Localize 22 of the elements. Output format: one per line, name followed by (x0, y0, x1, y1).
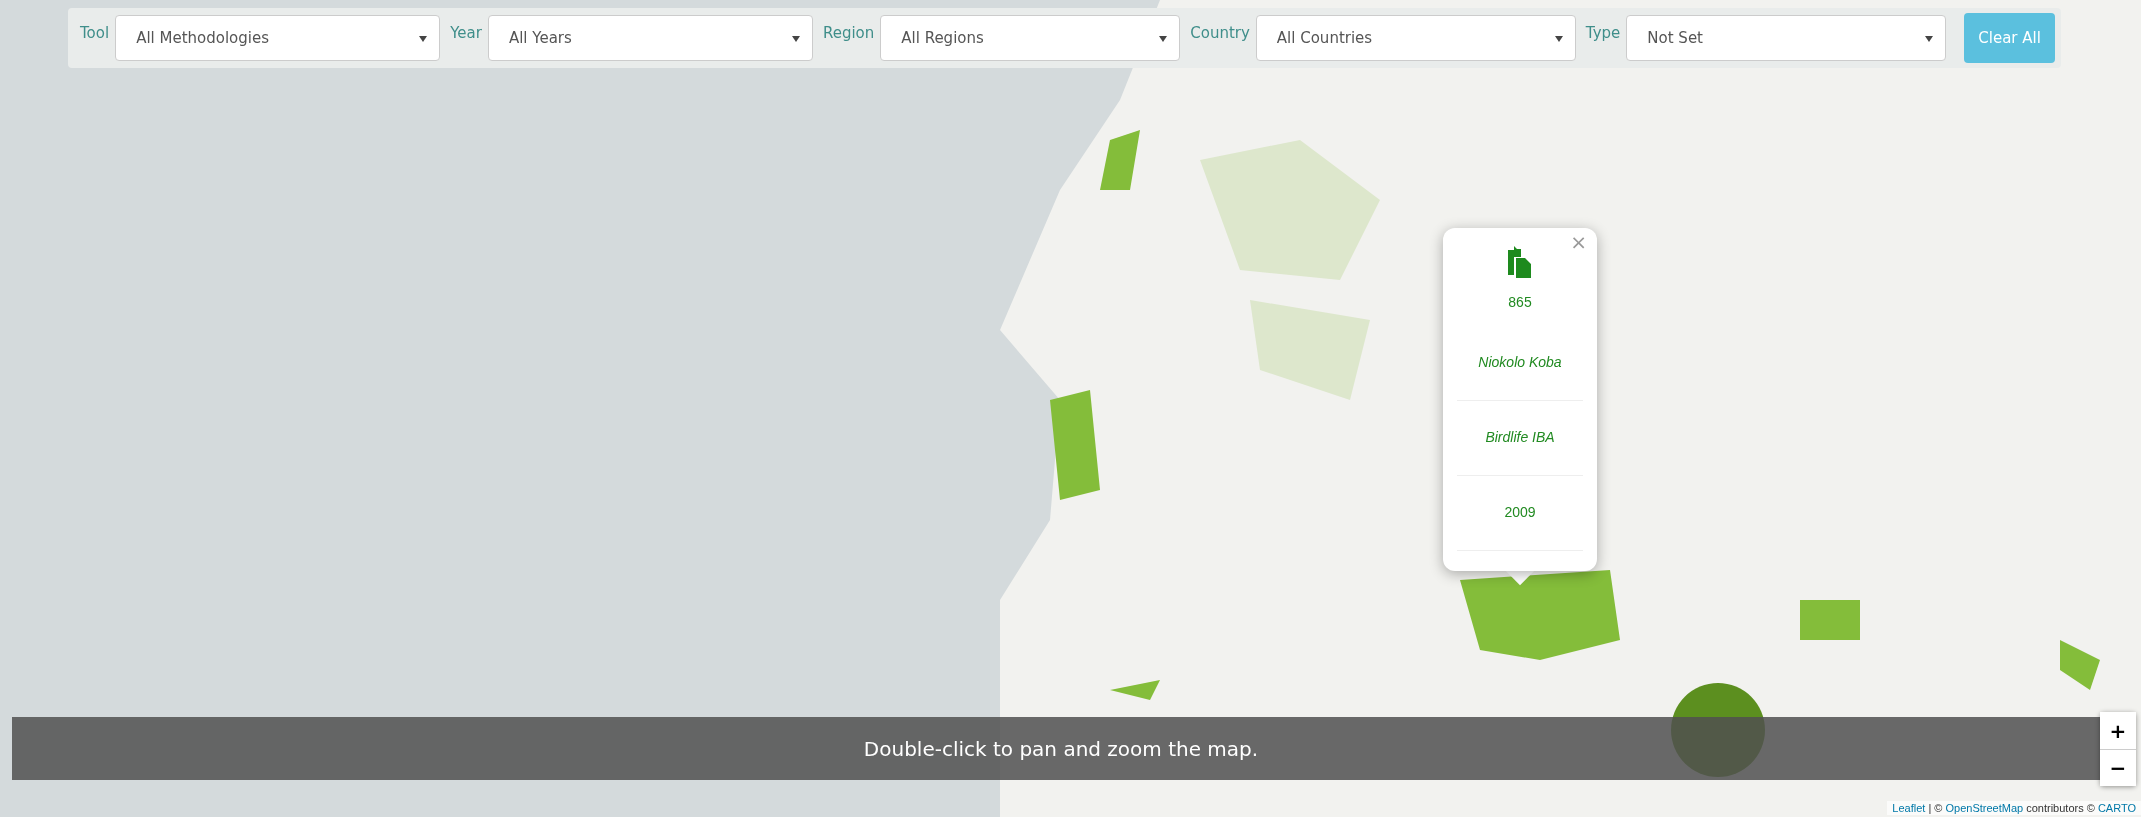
filter-label: Type (1585, 24, 1621, 42)
filter-dropdown[interactable]: All Methodologies (115, 15, 441, 61)
popup-text: Niokolo Koba (1457, 326, 1583, 401)
zoom-in-button[interactable]: + (2100, 712, 2136, 749)
map-hint-text: Double-click to pan and zoom the map. (863, 736, 1259, 761)
documents-icon (1506, 246, 1534, 278)
filter-label: Country (1190, 24, 1250, 42)
filter-dropdown[interactable]: All Regions (880, 15, 1181, 61)
filter-dropdown[interactable]: All Countries (1255, 15, 1576, 61)
filter-label: Region (822, 24, 875, 42)
attribution-link[interactable]: Leaflet (1892, 802, 1926, 814)
filter-label: Year (450, 24, 482, 42)
popup-text: Birdlife IBA (1457, 401, 1583, 476)
attribution-text: Leaflet | © OpenStreetMap contributors © CARTO (1887, 801, 2141, 815)
attribution-link[interactable]: OpenStreetMap (1945, 802, 2024, 814)
filter-label: Tool (80, 24, 110, 42)
popup-text: 865 (1508, 293, 1532, 312)
attribution-link[interactable]: CARTO (2097, 802, 2136, 814)
filter-dropdown[interactable]: All Years (487, 15, 813, 61)
zoom-out-button[interactable]: − (2100, 749, 2136, 786)
popup-text: 2009 (1457, 476, 1583, 551)
filter-dropdown[interactable]: Not Set (1626, 15, 1947, 61)
